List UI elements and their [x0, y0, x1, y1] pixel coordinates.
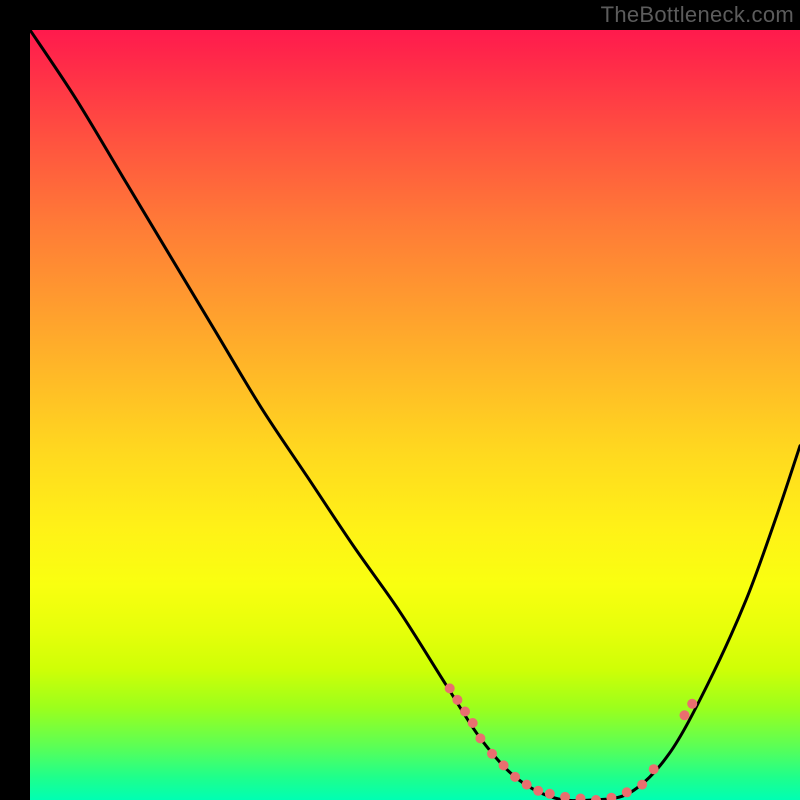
data-marker — [499, 760, 509, 770]
data-marker — [468, 718, 478, 728]
data-marker — [510, 772, 520, 782]
chart-svg — [30, 30, 800, 800]
data-marker — [606, 793, 616, 800]
markers-group — [445, 683, 698, 800]
data-marker — [475, 733, 485, 743]
data-marker — [522, 780, 532, 790]
data-marker — [576, 794, 586, 800]
data-marker — [649, 764, 659, 774]
data-marker — [460, 707, 470, 717]
data-marker — [591, 795, 601, 800]
data-marker — [637, 780, 647, 790]
data-marker — [452, 695, 462, 705]
data-marker — [560, 792, 570, 800]
data-marker — [622, 787, 632, 797]
bottleneck-curve — [30, 30, 800, 800]
data-marker — [680, 710, 690, 720]
watermark-text: TheBottleneck.com — [601, 2, 794, 28]
data-marker — [487, 749, 497, 759]
data-marker — [533, 786, 543, 796]
plot-area — [30, 30, 800, 800]
data-marker — [445, 683, 455, 693]
data-marker — [687, 699, 697, 709]
data-marker — [545, 789, 555, 799]
chart-frame — [15, 15, 785, 785]
